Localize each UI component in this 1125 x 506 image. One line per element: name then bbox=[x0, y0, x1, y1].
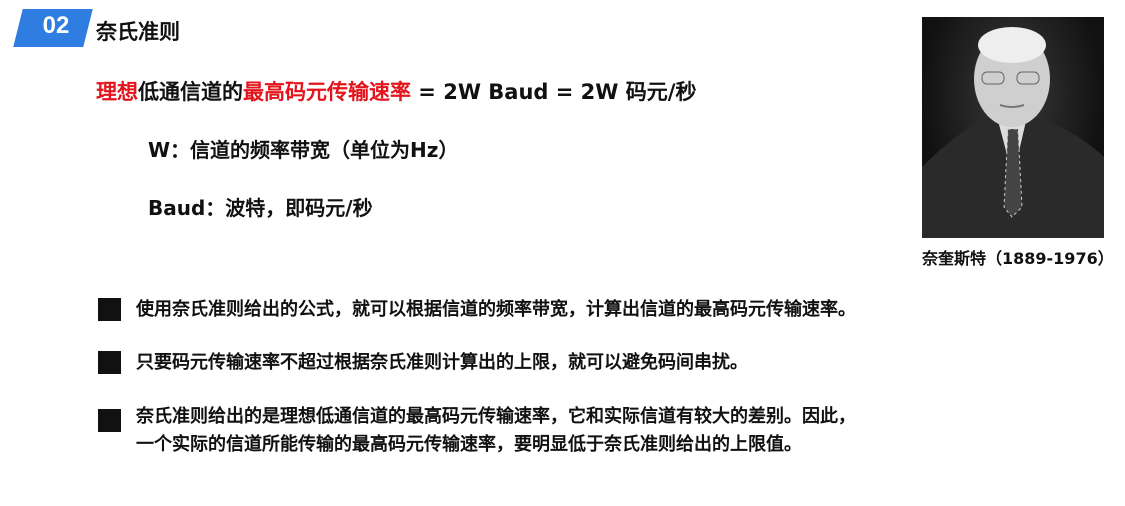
bullet-icon bbox=[98, 298, 121, 321]
formula-equation: = 2W Baud = 2W 码元/秒 bbox=[411, 80, 697, 104]
bullet-icon bbox=[98, 409, 121, 432]
bullet-text: 奈氏准则给出的是理想低通信道的最高码元传输速率，它和实际信道有较大的差别。因此， bbox=[136, 406, 856, 427]
bullet-text: 只要码元传输速率不超过根据奈氏准则计算出的上限，就可以避免码间串扰。 bbox=[136, 352, 748, 373]
section-number: 02 bbox=[42, 12, 70, 39]
definition-w: W：信道的频率带宽（单位为Hz） bbox=[148, 138, 459, 162]
portrait-caption: 奈奎斯特（1889-1976） bbox=[922, 249, 1114, 268]
bullet-text: 使用奈氏准则给出的公式，就可以根据信道的频率带宽，计算出信道的最高码元传输速率。 bbox=[136, 299, 856, 320]
formula-ideal: 理想 bbox=[96, 80, 138, 104]
bullet-icon bbox=[98, 351, 121, 374]
nyquist-portrait bbox=[922, 17, 1104, 238]
formula: 理想低通信道的最高码元传输速率 = 2W Baud = 2W 码元/秒 bbox=[96, 76, 696, 106]
slide-title: 奈氏准则 bbox=[96, 20, 180, 44]
formula-max-rate: 最高码元传输速率 bbox=[243, 80, 411, 104]
definition-baud: Baud：波特，即码元/秒 bbox=[148, 196, 373, 220]
bullet-text: 一个实际的信道所能传输的最高码元传输速率，要明显低于奈氏准则给出的上限值。 bbox=[136, 434, 802, 455]
formula-lowpass: 低通信道的 bbox=[138, 80, 243, 104]
